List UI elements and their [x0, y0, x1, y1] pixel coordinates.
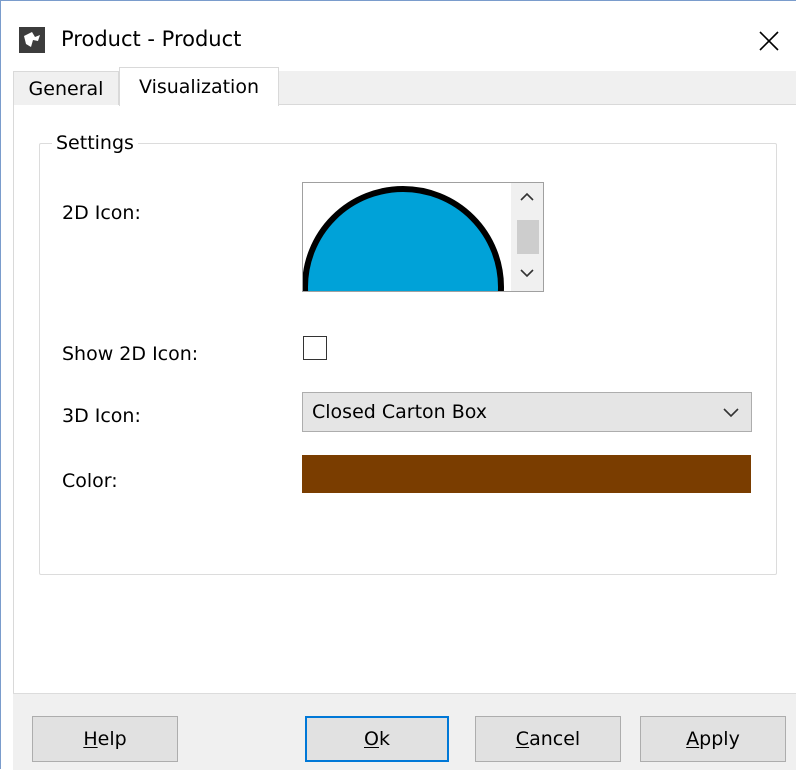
- blue-circle-icon: [303, 186, 504, 291]
- tab-general[interactable]: General: [13, 71, 119, 105]
- color-swatch[interactable]: [302, 455, 751, 493]
- cancel-button-label: ancel: [529, 728, 581, 750]
- ok-button-accelerator: O: [364, 728, 379, 750]
- icon-2d-label: 2D Icon:: [62, 202, 141, 224]
- cancel-button[interactable]: Cancel: [475, 716, 621, 762]
- icon-2d-scrollbar[interactable]: [511, 183, 543, 291]
- chevron-up-icon: [520, 192, 534, 201]
- show-2d-icon-label: Show 2D Icon:: [62, 343, 199, 365]
- scroll-up-button[interactable]: [511, 183, 543, 211]
- color-label: Color:: [62, 470, 118, 492]
- scroll-down-button[interactable]: [511, 259, 543, 287]
- tab-visualization[interactable]: Visualization: [119, 67, 279, 106]
- cancel-button-accelerator: C: [515, 728, 530, 750]
- help-button[interactable]: Help: [32, 716, 178, 762]
- window-title: Product - Product: [61, 27, 242, 51]
- tab-strip-background: [279, 71, 796, 105]
- chevron-down-icon: [520, 269, 534, 278]
- settings-group-label: Settings: [52, 131, 138, 155]
- app-logo-icon: [19, 27, 45, 53]
- icon-3d-dropdown[interactable]: Closed Carton Box: [302, 392, 752, 432]
- close-icon: [759, 31, 779, 51]
- title-bar: Product - Product: [1, 1, 796, 67]
- button-bar: Help Ok Cancel Apply: [13, 693, 796, 770]
- chevron-down-icon: [723, 408, 739, 418]
- apply-button-accelerator: A: [686, 728, 700, 750]
- apply-button[interactable]: Apply: [640, 716, 786, 762]
- visualization-page: Settings 2D Icon: Show 2D Icon: 3D Icon:…: [13, 105, 796, 693]
- show-2d-icon-checkbox[interactable]: [303, 336, 327, 360]
- icon-3d-label: 3D Icon:: [62, 405, 141, 427]
- help-button-label: elp: [97, 728, 127, 750]
- close-button[interactable]: [749, 21, 789, 61]
- ok-button[interactable]: Ok: [305, 716, 449, 762]
- apply-button-label: pply: [699, 728, 740, 750]
- scroll-thumb[interactable]: [517, 220, 539, 254]
- icon-3d-selected-value: Closed Carton Box: [312, 401, 488, 423]
- help-button-accelerator: H: [83, 728, 98, 750]
- dialog-window: Product - Product General Visualization …: [0, 0, 796, 770]
- tab-strip: General Visualization: [13, 67, 796, 106]
- ok-button-label: k: [378, 728, 390, 750]
- icon-2d-preview[interactable]: [302, 182, 544, 292]
